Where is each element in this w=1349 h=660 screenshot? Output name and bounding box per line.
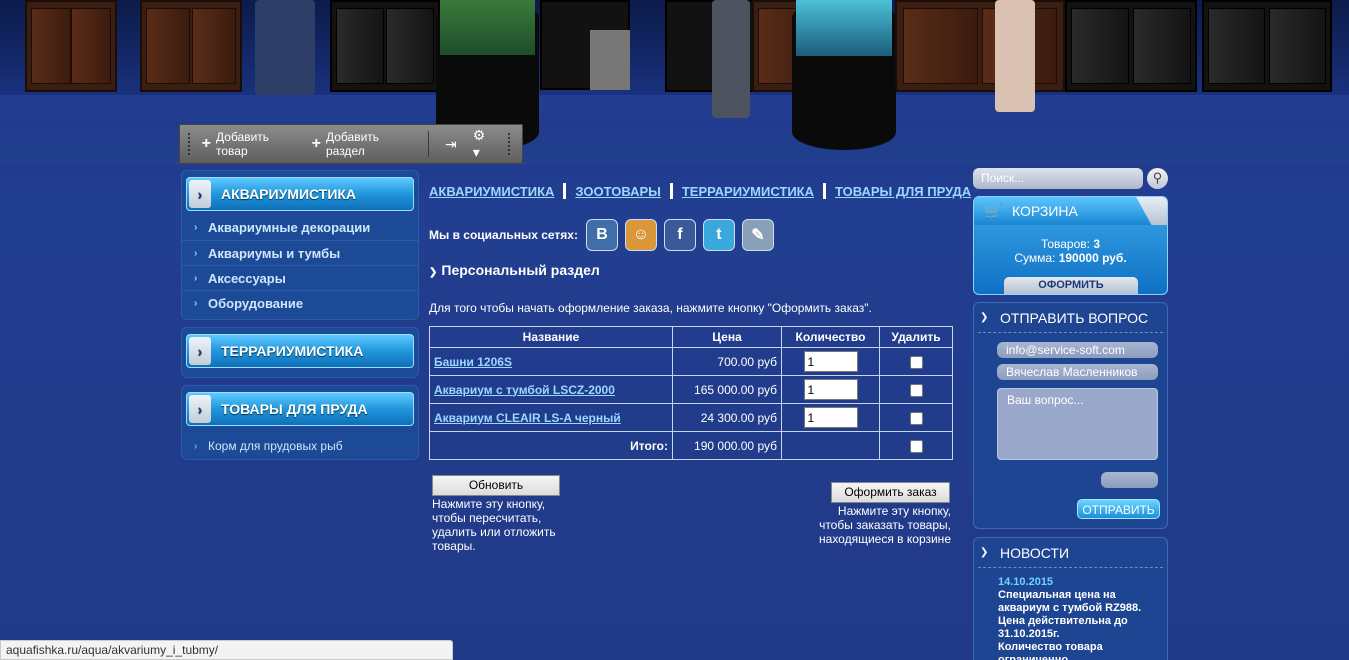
page-title: ❯ Персональный раздел (429, 262, 600, 278)
add-section-label: Добавить раздел (325, 130, 380, 158)
column-header-name: Название (429, 326, 673, 348)
chevron-right-icon: ❯ (980, 547, 989, 558)
sidebar-item-accessories[interactable]: › Аксессуары (182, 265, 418, 290)
cart-table: Название Цена Количество Удалить Башни 1… (429, 326, 953, 460)
sidebar-heading-pond[interactable]: › ТОВАРЫ ДЛЯ ПРУДА (186, 392, 414, 426)
chevron-right-icon: › (194, 222, 198, 233)
checkout-button[interactable]: Оформить заказ (831, 482, 950, 503)
question-form-title: ❯ ОТПРАВИТЬ ВОПРОС (978, 303, 1163, 333)
update-button[interactable]: Обновить (432, 475, 560, 496)
email-field[interactable]: info@service-soft.com (997, 342, 1158, 358)
quantity-input[interactable] (803, 407, 858, 428)
chevron-right-icon: › (189, 180, 211, 208)
search-input[interactable]: Поиск... (973, 168, 1143, 189)
chevron-right-icon: › (194, 273, 198, 284)
cart-sum-label: Сумма: (1014, 251, 1056, 265)
toolbar-grip-handle-right[interactable] (508, 133, 514, 155)
total-value: 190 000.00 руб (672, 431, 782, 460)
news-text: Специальная цена на аквариум с тумбой RZ… (998, 589, 1142, 660)
cart-widget: КОРЗИНА 🛒 Товаров: 3 Сумма: 190000 руб. … (973, 196, 1168, 295)
column-header-price: Цена (672, 326, 782, 348)
cart-sum-value: 190000 руб. (1058, 251, 1127, 265)
twitter-icon[interactable]: t (702, 219, 735, 251)
browser-status-bar: aquafishka.ru/aqua/akvariumy_i_tubmy/ (0, 640, 453, 660)
delete-all-checkbox[interactable] (909, 439, 923, 453)
sidebar-item-pond-food[interactable]: › Корм для прудовых рыб (182, 434, 418, 459)
chevron-right-icon: ❯ (429, 267, 438, 278)
chevron-right-icon: › (189, 337, 211, 365)
cart-order-button[interactable]: ОФОРМИТЬ (1004, 277, 1138, 294)
update-note: Нажмите эту кнопку, чтобы пересчитать, у… (432, 497, 556, 553)
sidebar-box-terrariumistics: › ТЕРРАРИУМИСТИКА (181, 327, 419, 378)
table-row: Аквариум CLEAIR LS-A черный 24 300.00 ру… (429, 403, 953, 432)
product-price: 700.00 руб (672, 347, 782, 376)
sidebar-item-decorations[interactable]: › Аквариумные декорации (182, 215, 418, 240)
nav-link-pet-goods[interactable]: ЗООТОВАРЫ (575, 184, 660, 199)
cart-items-count: 3 (1093, 237, 1101, 251)
product-price: 165 000.00 руб (672, 375, 782, 404)
plus-icon: + (311, 135, 321, 152)
delete-checkbox[interactable] (909, 355, 923, 369)
sidebar-item-aquariums[interactable]: › Аквариумы и тумбы (182, 240, 418, 265)
checkout-note: Нажмите эту кнопку, чтобы заказать товар… (819, 504, 951, 546)
total-row: Итого: 190 000.00 руб (429, 431, 953, 460)
column-header-delete: Удалить (879, 326, 953, 348)
delete-checkbox[interactable] (909, 411, 923, 425)
table-row: Аквариум с тумбой LSCZ-2000 165 000.00 р… (429, 375, 953, 404)
product-link[interactable]: Аквариум с тумбой LSCZ-2000 (434, 383, 615, 397)
product-price: 24 300.00 руб (672, 403, 782, 432)
chevron-right-icon: › (189, 395, 211, 423)
add-section-button[interactable]: + Добавить раздел (312, 130, 412, 158)
quantity-input[interactable] (803, 379, 858, 400)
chevron-right-icon: ❯ (980, 312, 989, 323)
cart-items-label: Товаров: (1040, 237, 1090, 251)
news-title: ❯ НОВОСТИ (978, 538, 1163, 568)
question-textarea[interactable]: Ваш вопрос... (997, 388, 1158, 460)
nav-link-aquaristics[interactable]: АКВАРИУМИСТИКА (429, 184, 554, 199)
social-label: Мы в социальных сетях: (429, 228, 578, 242)
facebook-icon[interactable]: f (663, 219, 696, 251)
vk-icon[interactable]: В (585, 219, 618, 251)
sidebar-box-aquaristics: › АКВАРИУМИСТИКА › Аквариумные декорации … (181, 170, 419, 320)
news-date[interactable]: 14.10.2015 (998, 576, 1053, 588)
chevron-right-icon: › (194, 298, 198, 309)
news-box: ❯ НОВОСТИ 14.10.2015 Специальная цена на … (973, 537, 1168, 660)
nav-link-pond-goods[interactable]: ТОВАРЫ ДЛЯ ПРУДА (835, 184, 971, 199)
shopping-cart-icon: 🛒 (984, 203, 1003, 220)
question-form: ❯ ОТПРАВИТЬ ВОПРОС info@service-soft.com … (973, 302, 1168, 529)
total-label: Итого: (429, 431, 673, 460)
name-field[interactable]: Вячеслав Масленников (997, 364, 1158, 380)
admin-toolbar: + Добавить товар + Добавить раздел ⇥ ⚙ ▾ (179, 124, 523, 164)
pin-icon[interactable]: ⇥ (445, 136, 457, 153)
chevron-right-icon: › (194, 441, 198, 452)
search-icon[interactable]: ⚲ (1147, 168, 1168, 189)
send-question-button[interactable]: ОТПРАВИТЬ (1077, 499, 1160, 519)
table-row: Башни 1206S 700.00 руб (429, 347, 953, 376)
intro-text: Для того чтобы начать оформление заказа,… (429, 301, 872, 315)
table-header-row: Название Цена Количество Удалить (429, 326, 953, 348)
delete-checkbox[interactable] (909, 383, 923, 397)
chevron-right-icon: › (194, 248, 198, 259)
sidebar-box-pond: › ТОВАРЫ ДЛЯ ПРУДА › Корм для прудовых ры… (181, 385, 419, 460)
quantity-input[interactable] (803, 351, 858, 372)
toolbar-grip-handle[interactable] (188, 133, 194, 155)
livejournal-icon[interactable]: ✎ (741, 219, 774, 251)
sidebar-heading-terrariumistics[interactable]: › ТЕРРАРИУМИСТИКА (186, 334, 414, 368)
column-header-quantity: Количество (781, 326, 880, 348)
plus-icon: + (201, 135, 212, 152)
captcha-field[interactable] (1101, 472, 1158, 488)
top-navigation: АКВАРИУМИСТИКА ЗООТОВАРЫ ТЕРРАРИУМИСТИКА… (429, 183, 971, 199)
product-link[interactable]: Аквариум CLEAIR LS-A черный (434, 411, 621, 425)
product-link[interactable]: Башни 1206S (434, 355, 512, 369)
sidebar-heading-aquaristics[interactable]: › АКВАРИУМИСТИКА (186, 177, 414, 211)
nav-link-terrariumistics[interactable]: ТЕРРАРИУМИСТИКА (682, 184, 814, 199)
odnoklassniki-icon[interactable]: ☺ (624, 219, 657, 251)
social-links: Мы в социальных сетях: В ☺ f t ✎ (429, 219, 774, 251)
sidebar-item-equipment[interactable]: › Оборудование (182, 290, 418, 315)
gear-icon[interactable]: ⚙ ▾ (473, 127, 495, 161)
add-item-button[interactable]: + Добавить товар (202, 130, 296, 158)
add-item-label: Добавить товар (216, 130, 270, 158)
